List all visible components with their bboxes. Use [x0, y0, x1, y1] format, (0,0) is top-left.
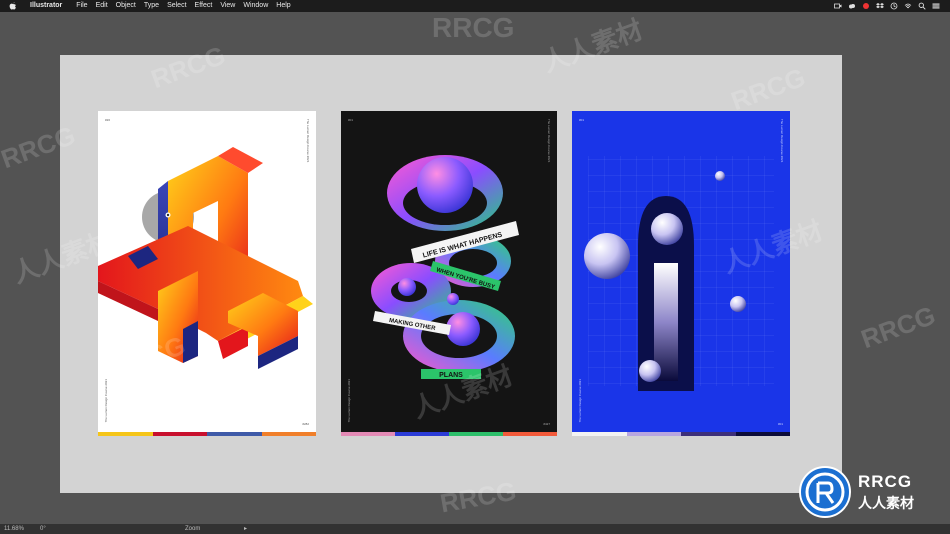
poster-side-text-bottom: The Lumen Design Course 2021	[578, 378, 582, 422]
strip-swatch	[572, 432, 627, 436]
poster-number: #26	[105, 118, 111, 122]
watermark-text: RRCG	[432, 12, 515, 43]
control-center-icon[interactable]	[932, 2, 940, 10]
poster-number: #01	[348, 118, 354, 122]
menu-view[interactable]: View	[216, 0, 239, 12]
color-strip	[98, 432, 316, 436]
status-icons	[834, 0, 940, 12]
poster-number-bottom: #01	[777, 422, 783, 426]
document-canvas[interactable]: #26 #282 The Lumen Design Course 2021 Th…	[0, 12, 950, 524]
menu-bar: Illustrator File Edit Object Type Select…	[0, 0, 950, 12]
strip-swatch	[152, 432, 207, 436]
strip-swatch	[681, 432, 736, 436]
artboard[interactable]: #26 #282 The Lumen Design Course 2021 Th…	[60, 55, 842, 493]
logo-text-en: RRCG	[858, 471, 913, 491]
isometric-letter-artwork	[98, 147, 313, 369]
color-strip	[572, 432, 790, 436]
cloud-icon[interactable]	[848, 2, 856, 10]
poster-side-text: The Lumen Design Course 2021	[547, 119, 551, 163]
current-tool-label[interactable]: Zoom	[185, 524, 200, 534]
poster-side-text-bottom: The Lumen Design Course 2021	[104, 378, 108, 422]
search-icon[interactable]	[918, 2, 926, 10]
camera-icon[interactable]	[834, 2, 842, 10]
poster-isometric-letters[interactable]: #26 #282 The Lumen Design Course 2021 Th…	[98, 111, 316, 436]
clock-icon[interactable]	[890, 2, 898, 10]
poster-side-text: The Lumen Design Course 2021	[780, 119, 784, 163]
quote-line-4: PLANS	[439, 372, 463, 379]
menu-file[interactable]: File	[72, 0, 91, 12]
app-menu-illustrator[interactable]: Illustrator	[26, 0, 66, 12]
status-menu-arrow-icon[interactable]: ▸	[244, 524, 247, 534]
poster-number: #01	[579, 118, 585, 122]
rrcg-logo: RRCG 人人素材	[798, 462, 948, 522]
dropbox-icon[interactable]	[876, 2, 884, 10]
menu-select[interactable]: Select	[163, 0, 190, 12]
strip-swatch	[261, 432, 316, 436]
menu-effect[interactable]: Effect	[191, 0, 217, 12]
record-icon[interactable]	[862, 2, 870, 10]
strip-swatch	[98, 432, 153, 436]
menu-edit[interactable]: Edit	[92, 0, 112, 12]
rotation-view[interactable]: 0°	[40, 524, 46, 534]
strip-swatch	[735, 432, 790, 436]
menu-type[interactable]: Type	[140, 0, 163, 12]
menu-object[interactable]: Object	[112, 0, 140, 12]
rrcg-logo-icon	[799, 466, 851, 518]
apple-icon[interactable]	[8, 1, 18, 11]
watermark-text: RRCG	[857, 299, 940, 355]
grid-arch-artwork	[584, 156, 774, 391]
poster-side-text-bottom: The Lumen Design Course 2021	[347, 378, 351, 422]
strip-swatch	[395, 432, 449, 436]
strip-swatch	[626, 432, 681, 436]
strip-swatch	[207, 432, 262, 436]
poster-number-bottom: #427	[543, 422, 550, 426]
strip-swatch	[341, 432, 395, 436]
rrcg-logo-text: RRCG 人人素材	[858, 472, 914, 513]
poster-life-quote[interactable]: LIFE IS WHAT HAPPENS WHEN YOU'RE BUSY MA…	[341, 111, 557, 436]
ring-artwork: LIFE IS WHAT HAPPENS WHEN YOU'RE BUSY MA…	[371, 155, 519, 379]
strip-swatch	[449, 432, 503, 436]
status-bar: 11.68% 0° Zoom ▸	[0, 524, 950, 534]
poster-blue-grid[interactable]: #01 #01 The Lumen Design Course 2021 The…	[572, 111, 790, 436]
poster-number-bottom: #282	[302, 422, 309, 426]
zoom-level[interactable]: 11.68%	[4, 524, 24, 534]
strip-swatch	[503, 432, 557, 436]
menu-help[interactable]: Help	[272, 0, 294, 12]
logo-text-cn: 人人素材	[858, 494, 914, 511]
wifi-icon[interactable]	[904, 2, 912, 10]
color-strip	[341, 432, 557, 436]
poster-side-text: The Lumen Design Course 2021	[306, 119, 310, 163]
menu-window[interactable]: Window	[239, 0, 272, 12]
